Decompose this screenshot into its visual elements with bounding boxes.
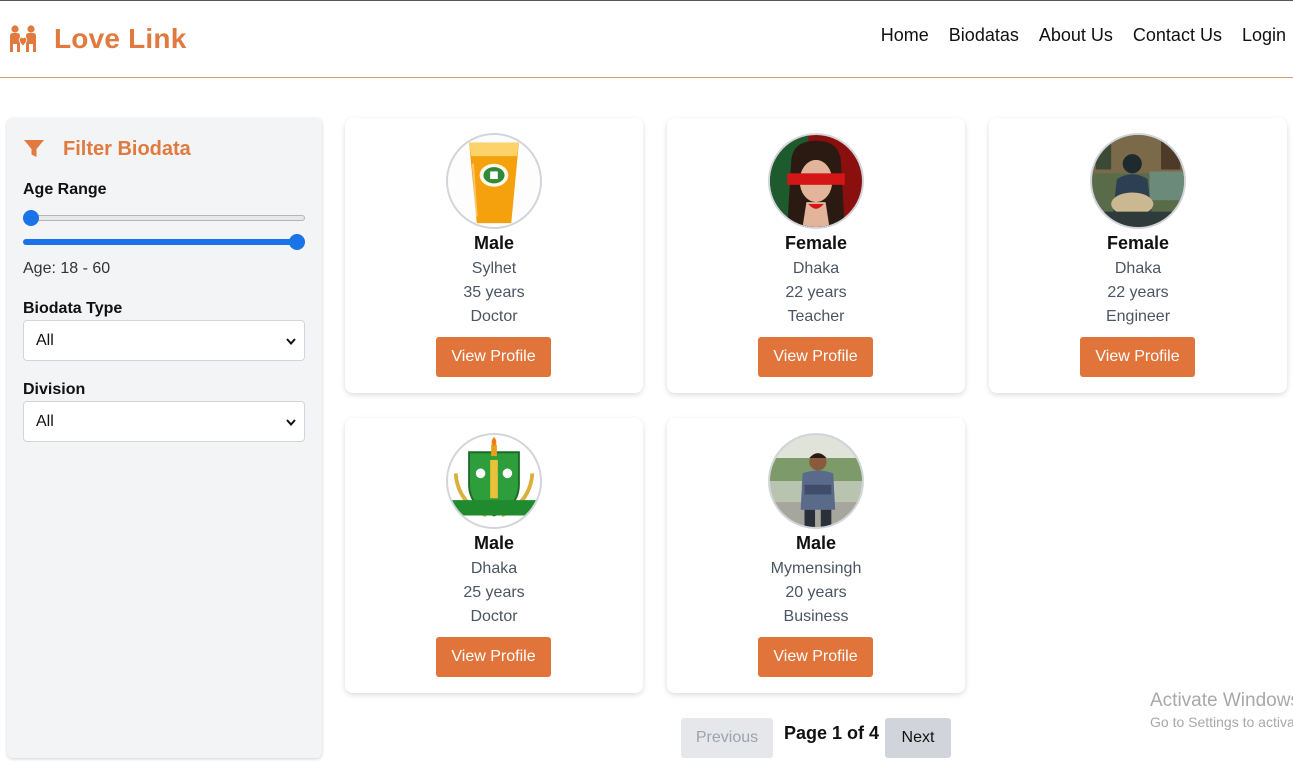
slider-thumb[interactable]	[23, 210, 39, 226]
watermark-subtitle: Go to Settings to activate Windows.	[1150, 714, 1293, 730]
slider-track	[23, 239, 305, 245]
navbar: Love Link Home Biodatas About Us Contact…	[0, 0, 1293, 78]
card-division: Dhaka	[792, 260, 840, 277]
card-occupation: Engineer	[1105, 308, 1171, 325]
profile-photo	[446, 433, 542, 529]
view-profile-button[interactable]: View Profile	[758, 337, 873, 377]
nav-biodatas[interactable]: Biodatas	[949, 25, 1019, 46]
filter-title: Filter Biodata	[63, 137, 191, 160]
card-division: Mymensingh	[770, 560, 862, 577]
nav-contact-us[interactable]: Contact Us	[1133, 25, 1222, 46]
filter-header: Filter Biodata	[23, 136, 306, 162]
slider-thumb[interactable]	[289, 234, 305, 250]
card-occupation: Teacher	[787, 308, 845, 325]
card-age: 35 years	[463, 284, 525, 301]
card-occupation: Doctor	[470, 308, 518, 325]
profile-photo	[768, 433, 864, 529]
card-division: Dhaka	[1114, 260, 1162, 277]
card-gender: Female	[1106, 233, 1170, 253]
nav-login[interactable]: Login	[1242, 25, 1286, 46]
nav-about-us[interactable]: About Us	[1039, 25, 1113, 46]
division-select[interactable]: All	[23, 401, 305, 442]
brand-name: Love Link	[54, 23, 187, 54]
card-age: 22 years	[1107, 284, 1169, 301]
card-gender: Male	[473, 533, 515, 553]
biodata-card: Male Sylhet 35 years Doctor View Profile	[345, 118, 643, 393]
view-profile-button[interactable]: View Profile	[1080, 337, 1195, 377]
biodata-type-select[interactable]: All	[23, 320, 305, 361]
division-label: Division	[23, 381, 86, 398]
card-gender: Male	[473, 233, 515, 253]
profile-photo	[1090, 133, 1186, 229]
biodata-card: Female Dhaka 22 years Engineer View Prof…	[989, 118, 1287, 393]
card-occupation: Business	[783, 608, 849, 625]
profile-photo	[446, 133, 542, 229]
biodata-card: Male Dhaka 25 years Doctor View Profile	[345, 418, 643, 693]
slider-track	[23, 215, 305, 221]
profile-photo	[768, 133, 864, 229]
biodata-card: Male Mymensingh 20 years Business View P…	[667, 418, 965, 693]
funnel-icon	[24, 140, 44, 157]
filter-sidebar: Filter Biodata Age Range Age: 18 - 60 Bi…	[7, 118, 322, 758]
nav-home[interactable]: Home	[881, 25, 929, 46]
card-occupation: Doctor	[470, 608, 518, 625]
biodata-type-value: All	[36, 331, 54, 349]
chevron-down-icon	[286, 419, 296, 427]
card-division: Sylhet	[471, 260, 517, 277]
chevron-down-icon	[286, 338, 296, 346]
card-gender: Female	[784, 233, 848, 253]
age-max-slider[interactable]	[23, 234, 305, 250]
watermark-title: Activate Windows	[1150, 690, 1293, 711]
card-division: Dhaka	[470, 560, 518, 577]
next-page-button[interactable]: Next	[885, 718, 951, 758]
card-gender: Male	[795, 533, 837, 553]
age-range-text: Age: 18 - 60	[23, 260, 111, 277]
card-age: 20 years	[785, 584, 847, 601]
page-indicator: Page 1 of 4	[784, 723, 880, 743]
previous-page-button[interactable]: Previous	[681, 718, 773, 758]
age-min-slider[interactable]	[23, 210, 305, 226]
card-age: 25 years	[463, 584, 525, 601]
biodata-type-label: Biodata Type	[23, 300, 123, 317]
nav-links: Home Biodatas About Us Contact Us Login	[881, 25, 1286, 46]
card-age: 22 years	[785, 284, 847, 301]
age-range-label: Age Range	[23, 181, 107, 198]
division-value: All	[36, 412, 54, 430]
view-profile-button[interactable]: View Profile	[436, 637, 551, 677]
couple-heart-icon	[10, 25, 36, 52]
brand[interactable]: Love Link	[8, 23, 187, 55]
activate-windows-watermark: Activate Windows Go to Settings to activ…	[1150, 690, 1293, 730]
view-profile-button[interactable]: View Profile	[758, 637, 873, 677]
view-profile-button[interactable]: View Profile	[436, 337, 551, 377]
biodata-card: Female Dhaka 22 years Teacher View Profi…	[667, 118, 965, 393]
